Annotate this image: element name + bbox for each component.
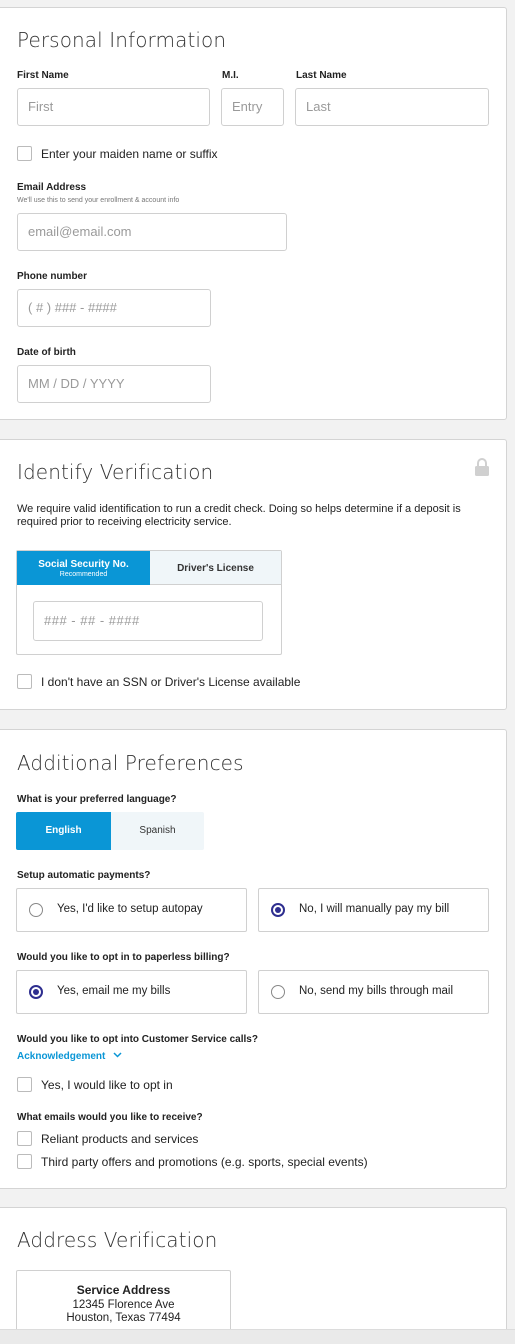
email-opt1-checkbox[interactable] <box>17 1131 32 1146</box>
email-sublabel: We'll use this to send your enrollment &… <box>17 197 180 204</box>
ssn-input[interactable]: ### - ## - #### <box>33 601 263 641</box>
paperless-label: Would you like to opt in to paperless bi… <box>17 952 230 963</box>
calls-optin-label: Yes, I would like to opt in <box>41 1078 173 1092</box>
language-label: What is your preferred language? <box>17 794 177 805</box>
personal-info-card: Personal Information First Name M.I. Las… <box>0 7 507 420</box>
last-name-input[interactable]: Last <box>295 88 489 126</box>
email-opt2-label: Third party offers and promotions (e.g. … <box>41 1155 368 1169</box>
address-verification-card: Address Verification Service Address 123… <box>0 1207 507 1338</box>
paperless-yes-option[interactable]: Yes, email me my bills <box>16 970 247 1014</box>
phone-input[interactable]: ( # ) ### - #### <box>17 289 211 327</box>
section-title: Additional Preferences <box>17 751 244 775</box>
section-title: Identify Verification <box>17 460 214 484</box>
id-tabs-panel: Social Security No. Recommended Driver's… <box>16 550 282 655</box>
radio-on-icon <box>29 985 43 999</box>
acknowledgement-link[interactable]: Acknowledgement <box>17 1050 122 1062</box>
email-input[interactable]: email@email.com <box>17 213 287 251</box>
chevron-down-icon <box>113 1050 122 1061</box>
lang-english-label: English <box>45 825 82 836</box>
radio-off-icon <box>29 903 43 917</box>
bottom-bar <box>0 1329 515 1344</box>
tab-ssn-label: Social Security No. <box>38 559 129 570</box>
maiden-checkbox[interactable] <box>17 146 32 161</box>
tab-ssn[interactable]: Social Security No. Recommended <box>17 551 150 585</box>
autopay-yes-label: Yes, I'd like to setup autopay <box>57 903 203 915</box>
tab-dl-label: Driver's License <box>177 563 254 574</box>
identify-description: We require valid identification to run a… <box>17 503 461 528</box>
paperless-no-option[interactable]: No, send my bills through mail <box>258 970 489 1014</box>
mi-input[interactable]: Entry <box>221 88 284 126</box>
dob-label: Date of birth <box>17 347 76 358</box>
lock-icon <box>474 458 490 476</box>
email-label: Email Address <box>17 182 87 193</box>
service-address-line1: 12345 Florence Ave <box>72 1299 175 1311</box>
tab-drivers-license[interactable]: Driver's License <box>150 551 281 585</box>
autopay-yes-option[interactable]: Yes, I'd like to setup autopay <box>16 888 247 932</box>
radio-on-icon <box>271 903 285 917</box>
email-opt2-checkbox[interactable] <box>17 1154 32 1169</box>
additional-preferences-card: Additional Preferences What is your pref… <box>0 729 507 1189</box>
phone-label: Phone number <box>17 271 88 282</box>
no-id-checkbox-label: I don't have an SSN or Driver's License … <box>41 675 301 689</box>
tab-ssn-sublabel: Recommended <box>59 571 108 578</box>
first-name-input[interactable]: First <box>17 88 210 126</box>
lang-spanish-label: Spanish <box>139 825 176 836</box>
identify-verification-card: Identify Verification We require valid i… <box>0 439 507 710</box>
paperless-yes-label: Yes, email me my bills <box>57 985 171 997</box>
autopay-label: Setup automatic payments? <box>17 870 151 881</box>
lang-english-button[interactable]: English <box>16 812 111 850</box>
mi-label: M.I. <box>222 70 239 81</box>
email-opt1-label: Reliant products and services <box>41 1132 199 1146</box>
emails-label: What emails would you like to receive? <box>17 1112 203 1123</box>
lang-spanish-button[interactable]: Spanish <box>111 812 204 850</box>
maiden-checkbox-label: Enter your maiden name or suffix <box>41 147 218 161</box>
radio-off-icon <box>271 985 285 999</box>
autopay-no-label: No, I will manually pay my bill <box>299 903 450 915</box>
calls-label: Would you like to opt into Customer Serv… <box>17 1034 258 1045</box>
service-address-line2: Houston, Texas 77494 <box>66 1312 181 1324</box>
section-title: Address Verification <box>17 1228 218 1252</box>
autopay-no-option[interactable]: No, I will manually pay my bill <box>258 888 489 932</box>
service-address-box: Service Address 12345 Florence Ave Houst… <box>16 1270 231 1338</box>
acknowledgement-label: Acknowledgement <box>17 1051 106 1062</box>
last-name-label: Last Name <box>296 70 347 81</box>
paperless-no-label: No, send my bills through mail <box>299 985 454 997</box>
no-id-checkbox[interactable] <box>17 674 32 689</box>
dob-input[interactable]: MM / DD / YYYY <box>17 365 211 403</box>
first-name-label: First Name <box>17 70 69 81</box>
calls-optin-checkbox[interactable] <box>17 1077 32 1092</box>
section-title: Personal Information <box>17 28 227 52</box>
service-address-label: Service Address <box>76 1283 171 1297</box>
